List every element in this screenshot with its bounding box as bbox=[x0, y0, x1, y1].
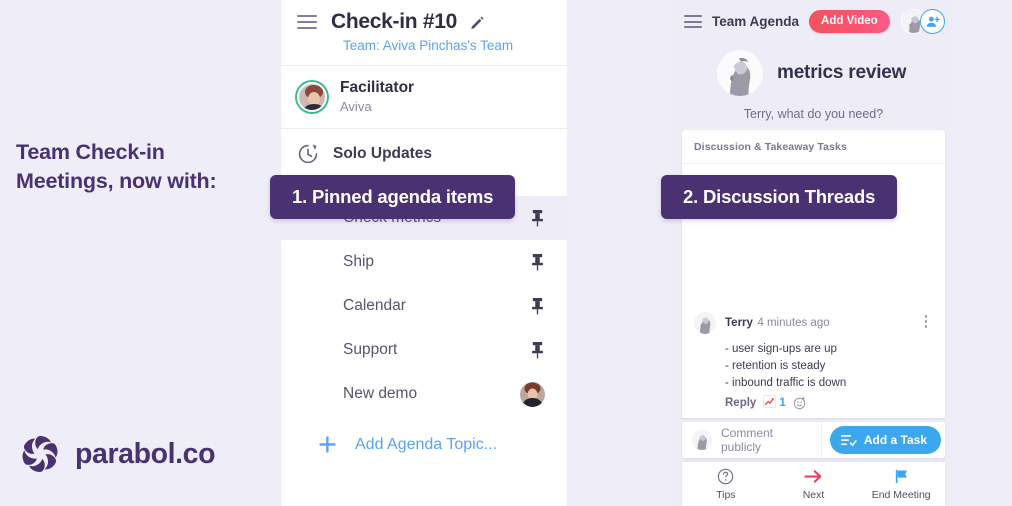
pin-icon[interactable] bbox=[530, 297, 545, 315]
plus-icon bbox=[317, 434, 338, 455]
brand-logo: parabol.co bbox=[18, 432, 216, 476]
bust-statue-avatar[interactable] bbox=[694, 312, 716, 334]
arrow-right-icon bbox=[803, 468, 824, 486]
pin-icon[interactable] bbox=[530, 253, 545, 271]
facilitator-info: Facilitator Aviva bbox=[340, 79, 414, 115]
panel-title: Team Agenda bbox=[712, 14, 800, 29]
nav-item-label: Tips bbox=[716, 488, 736, 501]
comment-body: - user sign-ups are up - retention is st… bbox=[694, 334, 933, 392]
nav-item-label: End Meeting bbox=[871, 488, 931, 501]
timer-history-icon bbox=[297, 143, 319, 165]
agenda-item-new-demo[interactable]: New demo bbox=[281, 372, 567, 416]
facilitator-row: Facilitator Aviva bbox=[281, 66, 567, 129]
agenda-item-support[interactable]: Support bbox=[281, 328, 567, 372]
meeting-bottom-nav: Tips Next End Meeting bbox=[682, 462, 945, 506]
reaction-chart-increasing[interactable]: 1 bbox=[763, 395, 786, 410]
agenda-item-label: Calendar bbox=[343, 297, 406, 314]
active-topic-header: metrics review bbox=[672, 42, 955, 96]
comment-item: Terry 4 minutes ago - user sign-ups are … bbox=[682, 312, 945, 410]
comment-line: - retention is steady bbox=[725, 360, 826, 372]
chart-increasing-icon bbox=[763, 395, 777, 410]
pencil-icon[interactable] bbox=[470, 15, 485, 30]
add-task-button[interactable]: Add a Task bbox=[829, 426, 941, 454]
comment-line: - inbound traffic is down bbox=[725, 377, 847, 389]
callout-discussion-threads: 2. Discussion Threads bbox=[661, 175, 898, 219]
task-list-check-icon bbox=[840, 434, 857, 447]
team-agenda-header: Team Agenda Add Video bbox=[672, 0, 955, 42]
question-circle-icon bbox=[717, 468, 734, 486]
add-task-label: Add a Task bbox=[863, 433, 927, 447]
page-title: Check-in #10 bbox=[331, 10, 457, 33]
flag-icon bbox=[893, 468, 910, 486]
comment-timestamp: 4 minutes ago bbox=[757, 317, 830, 329]
hamburger-menu-icon[interactable] bbox=[684, 15, 702, 28]
add-agenda-topic-label: Add Agenda Topic... bbox=[355, 435, 498, 453]
pin-icon[interactable] bbox=[530, 209, 545, 227]
kebab-menu-icon[interactable] bbox=[919, 312, 933, 328]
solo-updates-label: Solo Updates bbox=[333, 145, 433, 162]
agenda-item-calendar[interactable]: Calendar bbox=[281, 284, 567, 328]
promo-headline-line-1: Team Check-in bbox=[16, 140, 165, 164]
topic-prompt: Terry, what do you need? bbox=[743, 107, 884, 121]
promo-headline: Team Check-in Meetings, now with: bbox=[16, 138, 266, 196]
bust-statue-avatar bbox=[692, 430, 712, 450]
comment-actions: Reply 1 bbox=[694, 392, 933, 410]
solo-updates-row[interactable]: Solo Updates bbox=[281, 129, 567, 178]
promo-screenshot-canvas: Team Check-in Meetings, now with: parabo… bbox=[0, 0, 1012, 506]
discussion-card-header: Discussion & Takeaway Tasks bbox=[682, 130, 945, 164]
promo-headline-line-2: Meetings, now with: bbox=[16, 169, 217, 193]
agenda-item-label: New demo bbox=[343, 385, 418, 402]
nav-item-tips[interactable]: Tips bbox=[682, 462, 770, 506]
facilitator-label: Facilitator bbox=[340, 79, 415, 96]
discussion-card: Discussion & Takeaway Tasks Terry 4 minu… bbox=[682, 130, 945, 418]
team-subtitle[interactable]: Team: Aviva Pinchas's Team bbox=[281, 34, 567, 53]
meeting-header: Check-in #10 Team: Aviva Pinchas's Team bbox=[281, 0, 567, 66]
nav-item-label: Next bbox=[802, 488, 825, 501]
callout-pinned-agenda-items: 1. Pinned agenda items bbox=[270, 175, 516, 219]
facilitator-avatar[interactable] bbox=[297, 82, 327, 112]
add-reaction-smiley-icon[interactable] bbox=[793, 396, 807, 410]
comment-input[interactable]: Comment publicly bbox=[682, 422, 822, 458]
discussion-thread-panel: Team Agenda Add Video metrics review Ter… bbox=[672, 0, 955, 506]
agenda-item-ship[interactable]: Ship bbox=[281, 240, 567, 284]
reply-button[interactable]: Reply bbox=[725, 397, 756, 409]
parabol-pinwheel-logo-icon bbox=[18, 432, 62, 476]
add-agenda-topic-row[interactable]: Add Agenda Topic... bbox=[281, 416, 567, 455]
agenda-item-label: Ship bbox=[343, 253, 375, 270]
hamburger-menu-icon[interactable] bbox=[297, 15, 317, 29]
add-person-icon[interactable] bbox=[920, 9, 945, 34]
facilitator-name: Aviva bbox=[340, 99, 372, 114]
agenda-item-label: Support bbox=[343, 341, 398, 358]
nav-item-next[interactable]: Next bbox=[770, 462, 858, 506]
reaction-count: 1 bbox=[779, 396, 786, 409]
nav-item-end-meeting[interactable]: End Meeting bbox=[857, 462, 945, 506]
add-video-button[interactable]: Add Video bbox=[809, 10, 890, 33]
comment-input-bar: Comment publicly Add a Task bbox=[682, 422, 945, 458]
header-avatar-group bbox=[901, 9, 945, 34]
bust-statue-avatar[interactable] bbox=[717, 50, 763, 96]
comment-line: - user sign-ups are up bbox=[725, 343, 837, 355]
comment-author: Terry bbox=[725, 317, 753, 329]
brand-name: parabol.co bbox=[75, 437, 216, 470]
pin-icon[interactable] bbox=[530, 341, 545, 359]
meeting-agenda-panel: Check-in #10 Team: Aviva Pinchas's Team bbox=[281, 0, 567, 506]
member-avatar[interactable] bbox=[520, 381, 545, 407]
comment-input-placeholder: Comment publicly bbox=[721, 426, 774, 454]
topic-title: metrics review bbox=[777, 62, 907, 83]
